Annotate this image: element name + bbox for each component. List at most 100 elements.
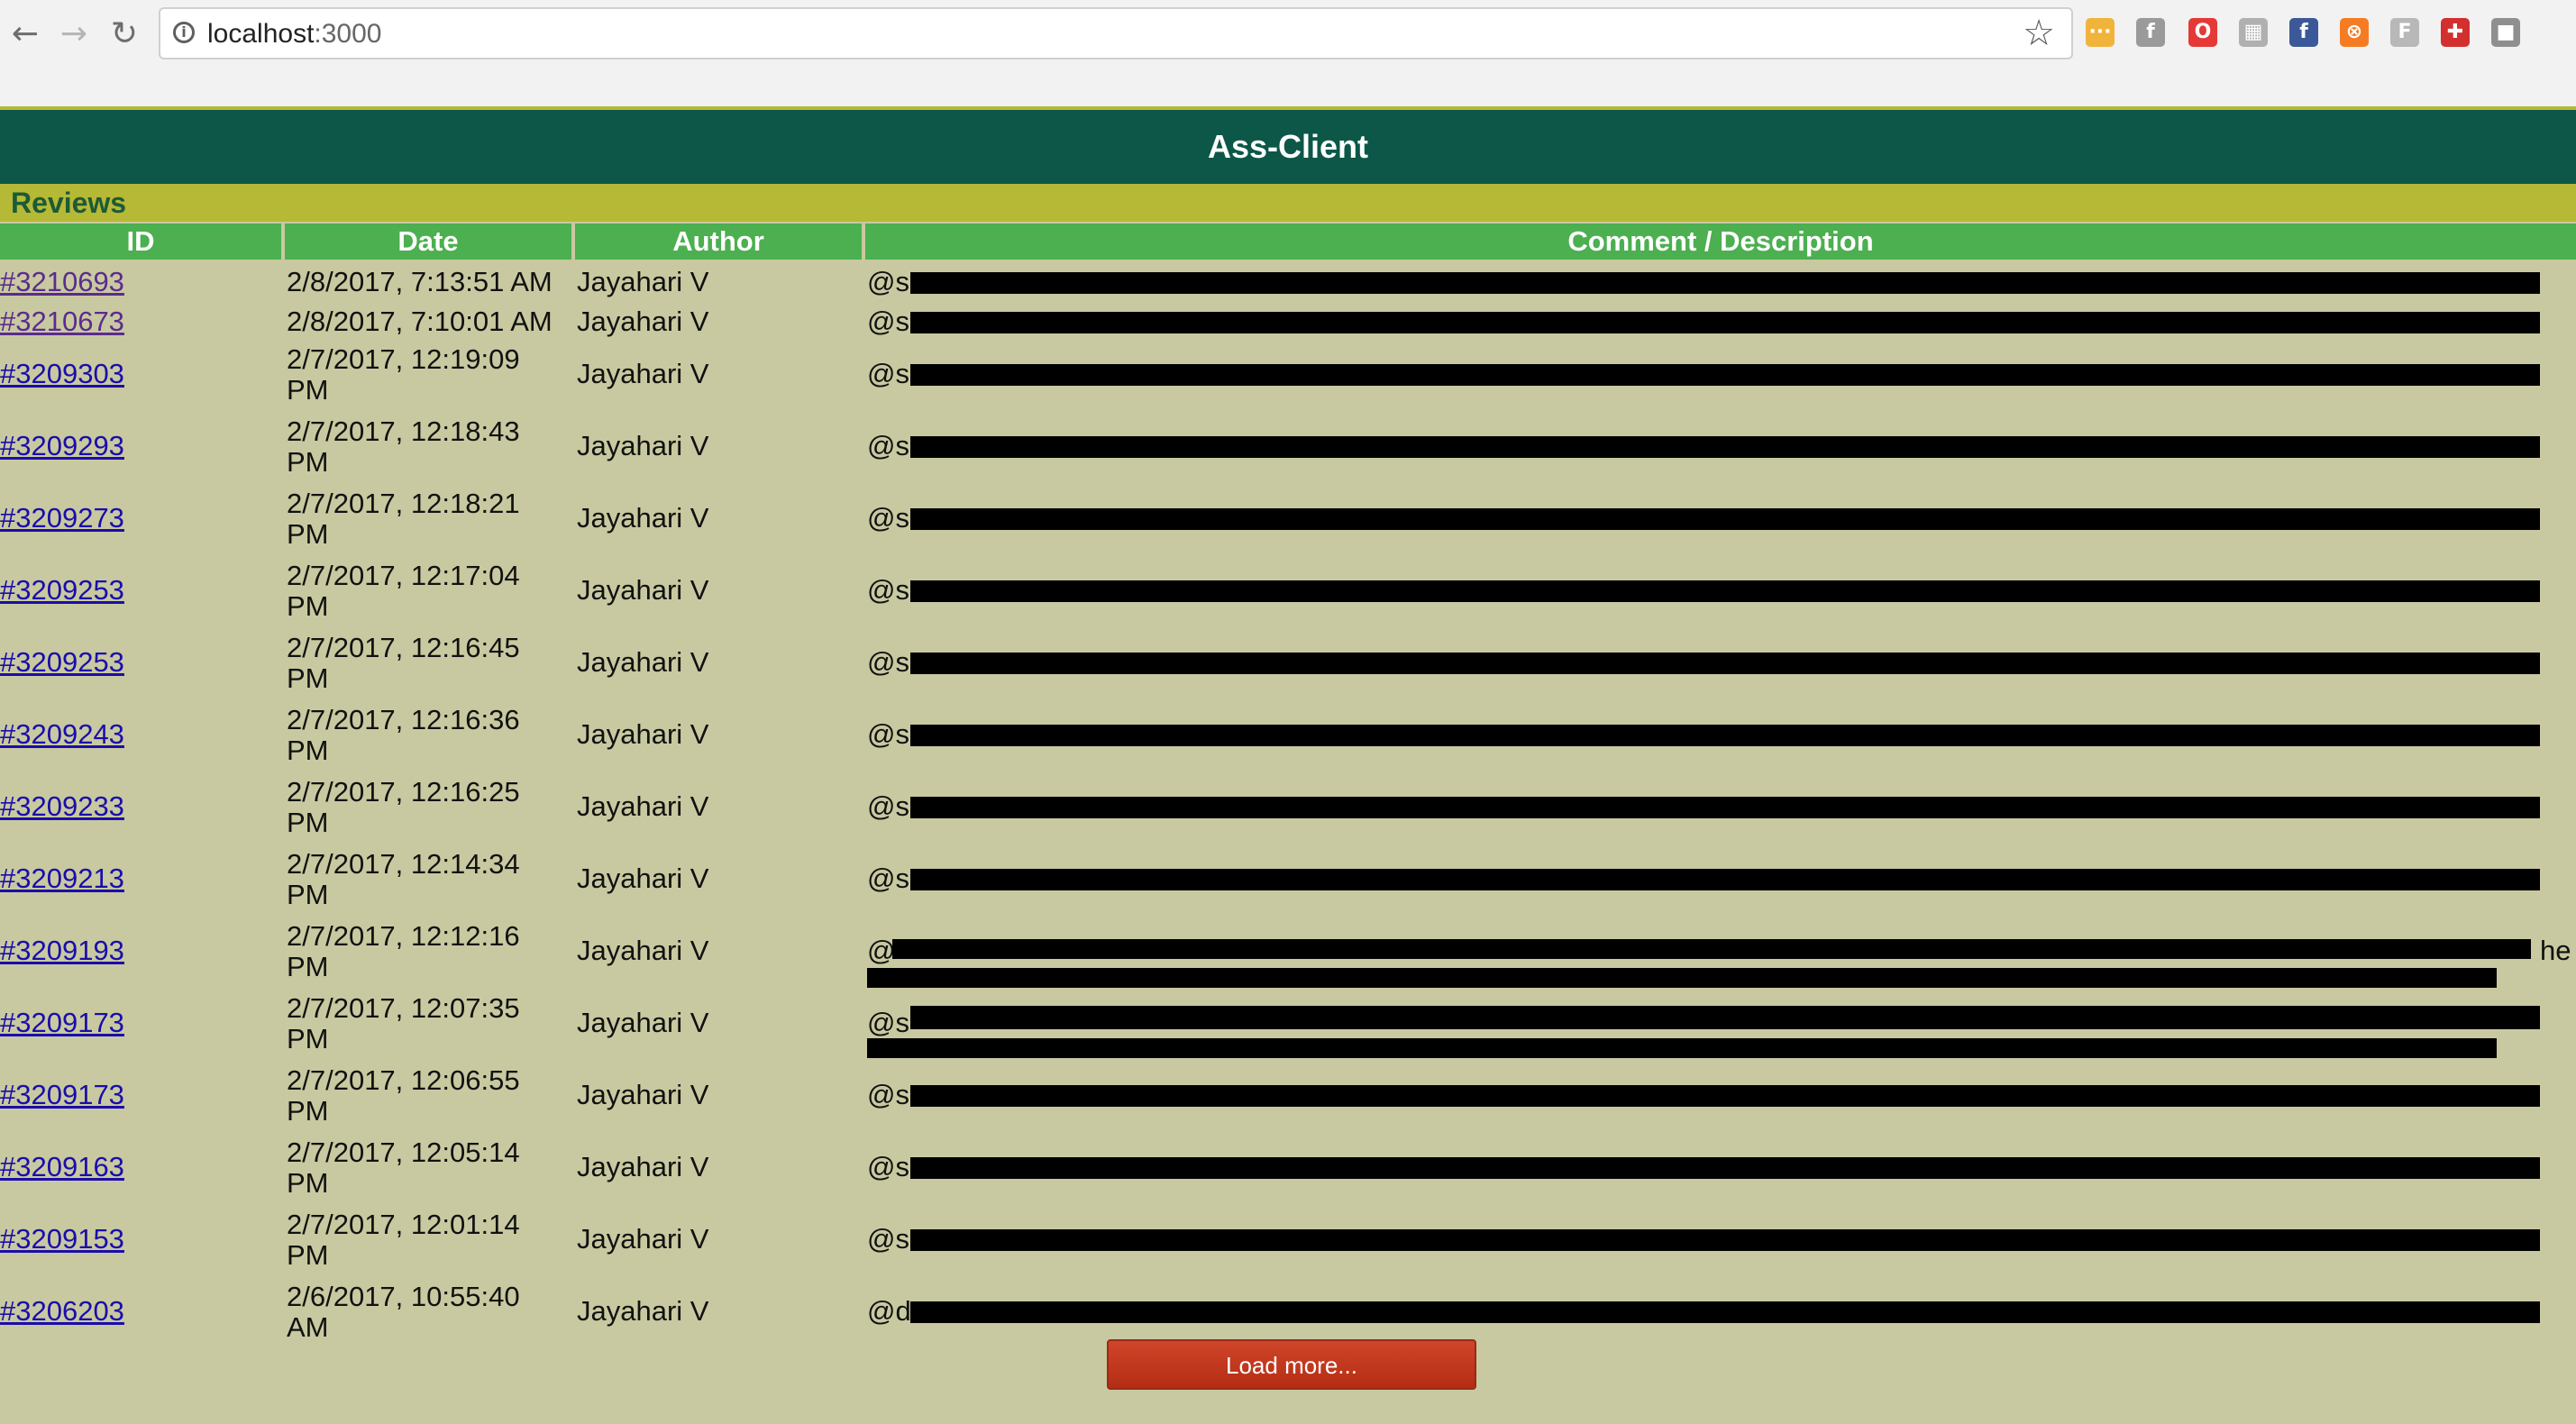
review-id-link[interactable]: #3209163 — [0, 1151, 124, 1182]
redaction-bar — [910, 869, 2540, 890]
review-id-cell: #3209253 — [0, 575, 124, 606]
author-cell: Jayahari V — [577, 863, 709, 894]
column-header-author: Author — [575, 224, 862, 260]
info-icon[interactable]: i — [173, 22, 195, 43]
redaction-bar — [910, 1301, 2540, 1323]
review-id-cell: #3209193 — [0, 936, 124, 966]
comment-overflow-text: he — [2540, 935, 2571, 966]
review-id-link[interactable]: #3209273 — [0, 502, 124, 534]
review-id-link[interactable]: #3206203 — [0, 1295, 124, 1327]
author-cell: Jayahari V — [577, 266, 709, 297]
review-id-link[interactable]: #3209253 — [0, 646, 124, 678]
section-header: Reviews — [0, 184, 2576, 222]
review-id-cell: #3206203 — [0, 1296, 124, 1327]
review-id-cell: #3209273 — [0, 503, 124, 534]
back-arrow-icon[interactable]: ← — [7, 16, 43, 52]
review-id-link[interactable]: #3209213 — [0, 863, 124, 894]
redaction-bar — [910, 1157, 2540, 1179]
redaction-bar — [867, 968, 2497, 988]
author-cell: Jayahari V — [577, 306, 709, 337]
f-box-icon[interactable]: F — [2390, 18, 2419, 47]
date-cell: 2/8/2017, 7:10:01 AM — [287, 306, 553, 337]
more-icon[interactable]: ··· — [2086, 18, 2115, 47]
review-id-cell: #3209153 — [0, 1224, 124, 1255]
date-cell: 2/7/2017, 12:01:14 PM — [287, 1209, 520, 1271]
grid-icon[interactable]: ▦ — [2239, 18, 2268, 47]
redaction-bar — [910, 797, 2540, 818]
review-id-link[interactable]: #3209173 — [0, 1079, 124, 1110]
author-cell: Jayahari V — [577, 1223, 709, 1255]
review-id-cell: #3209213 — [0, 863, 124, 894]
redaction-bar — [910, 653, 2540, 674]
review-id-cell: #3209173 — [0, 1080, 124, 1110]
comment-cell: @s — [867, 790, 909, 822]
comment-cell: @s — [867, 266, 909, 297]
date-cell: 2/7/2017, 12:07:35 PM — [287, 992, 520, 1054]
orange-circle-icon[interactable]: ⊗ — [2340, 18, 2369, 47]
comment-cell: @s — [867, 306, 909, 337]
reload-icon[interactable]: ↻ — [106, 16, 142, 52]
table-header: ID Date Author Comment / Description — [0, 224, 2576, 260]
facebook-icon[interactable]: f — [2289, 18, 2318, 47]
comment-cell: @s — [867, 718, 909, 750]
review-id-link[interactable]: #3210693 — [0, 266, 124, 297]
date-cell: 2/7/2017, 12:12:16 PM — [287, 920, 520, 982]
bookmark-star-icon[interactable]: ☆ — [2023, 13, 2055, 54]
redaction-bar — [910, 1229, 2540, 1251]
author-cell: Jayahari V — [577, 718, 709, 750]
redaction-bar — [910, 725, 2540, 746]
review-id-link[interactable]: #3209303 — [0, 358, 124, 389]
comment-cell: @s — [867, 502, 909, 534]
date-cell: 2/7/2017, 12:05:14 PM — [287, 1136, 520, 1199]
comment-cell: @s — [867, 1007, 909, 1038]
redaction-bar — [910, 1085, 2540, 1107]
redaction-bar — [910, 272, 2540, 294]
review-id-cell: #3209233 — [0, 791, 124, 822]
date-cell: 2/7/2017, 12:19:09 PM — [287, 343, 520, 406]
review-id-cell: #3210673 — [0, 306, 124, 337]
date-cell: 2/7/2017, 12:18:21 PM — [287, 488, 520, 550]
gray-box-icon[interactable]: ■ — [2491, 18, 2520, 47]
date-cell: 2/7/2017, 12:18:43 PM — [287, 415, 520, 478]
forward-arrow-icon[interactable]: → — [56, 16, 92, 52]
review-id-cell: #3209173 — [0, 1008, 124, 1038]
load-more-button[interactable]: Load more... — [1107, 1339, 1476, 1390]
redaction-bar — [910, 1006, 2540, 1029]
review-id-link[interactable]: #3209293 — [0, 430, 124, 461]
comment-cell: @s — [867, 646, 909, 678]
review-id-link[interactable]: #3209153 — [0, 1223, 124, 1255]
date-cell: 2/7/2017, 12:16:25 PM — [287, 776, 520, 838]
redaction-bar — [910, 436, 2540, 458]
comment-cell: @s — [867, 574, 909, 606]
column-header-comment: Comment / Description — [865, 224, 2576, 260]
opera-icon[interactable]: O — [2188, 18, 2217, 47]
redaction-bar — [910, 580, 2540, 602]
date-cell: 2/8/2017, 7:13:51 AM — [287, 266, 553, 297]
date-cell: 2/7/2017, 12:16:36 PM — [287, 704, 520, 766]
date-cell: 2/7/2017, 12:17:04 PM — [287, 560, 520, 622]
author-cell: Jayahari V — [577, 1007, 709, 1038]
review-id-link[interactable]: #3209193 — [0, 935, 124, 966]
column-header-date: Date — [285, 224, 571, 260]
date-cell: 2/7/2017, 12:14:34 PM — [287, 848, 520, 910]
comment-cell: @s — [867, 1223, 909, 1255]
review-id-link[interactable]: #3209243 — [0, 718, 124, 750]
section-title: Reviews — [11, 187, 127, 219]
column-header-id: ID — [0, 224, 281, 260]
date-cell: 2/6/2017, 10:55:40 AM — [287, 1281, 520, 1343]
facebook-f-icon[interactable]: f — [2136, 18, 2165, 47]
author-cell: Jayahari V — [577, 358, 709, 389]
review-id-link[interactable]: #3209253 — [0, 574, 124, 606]
comment-cell: @s — [867, 1079, 909, 1110]
author-cell: Jayahari V — [577, 502, 709, 534]
red-cross-icon[interactable]: ✚ — [2441, 18, 2470, 47]
review-id-link[interactable]: #3209173 — [0, 1007, 124, 1038]
redaction-bar — [910, 508, 2540, 530]
review-id-link[interactable]: #3210673 — [0, 306, 124, 337]
review-id-link[interactable]: #3209233 — [0, 790, 124, 822]
address-bar[interactable]: i localhost:3000 ☆ — [159, 7, 2073, 59]
author-cell: Jayahari V — [577, 1295, 709, 1327]
author-cell: Jayahari V — [577, 1151, 709, 1182]
date-cell: 2/7/2017, 12:06:55 PM — [287, 1064, 520, 1127]
date-cell: 2/7/2017, 12:16:45 PM — [287, 632, 520, 694]
